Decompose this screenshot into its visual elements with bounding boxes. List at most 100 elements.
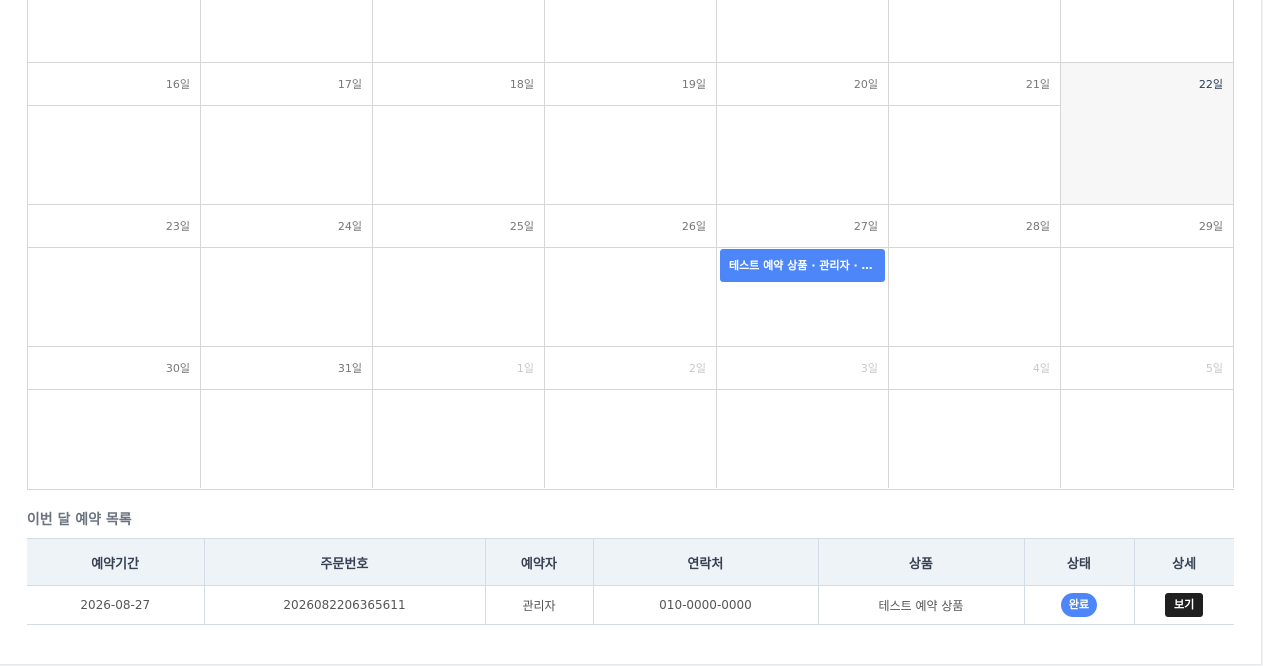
cell-order-no: 2026082206365611	[204, 585, 486, 625]
calendar-day-cell[interactable]	[1061, 247, 1234, 346]
calendar-date-header-tue: 25일	[373, 205, 545, 248]
table-row: 2026-08-27 2026082206365611 관리자 010-0000…	[27, 585, 1234, 625]
calendar-date-header-fri: 4일	[889, 347, 1061, 390]
calendar-date-header-sat: 5일	[1061, 347, 1234, 390]
calendar-date-header-thu: 20일	[717, 63, 889, 106]
reservation-panel: 16일 17일 18일 19일 20일 21일 22일 23일 24일 25일 26일 27일 28일 2…	[0, 0, 1262, 665]
column-header-phone: 연락처	[593, 538, 819, 586]
calendar-day-cell[interactable]	[373, 0, 545, 62]
reservation-table: 예약기간 주문번호 예약자 연락처 상품 상태 상세 2026-08-27 20…	[27, 538, 1234, 625]
calendar-date-header-sun: 23일	[28, 205, 201, 248]
calendar-date-label[interactable]: 17일	[338, 76, 362, 92]
calendar-date-label[interactable]: 23일	[166, 218, 190, 234]
cell-name: 관리자	[485, 585, 594, 625]
calendar-day-cell[interactable]	[201, 0, 373, 62]
calendar-day-cell[interactable]	[717, 105, 889, 204]
calendar-day-cell[interactable]	[1061, 105, 1234, 204]
calendar-day-cell[interactable]	[1061, 389, 1234, 488]
calendar-week-partial	[28, 0, 1234, 62]
calendar-date-label[interactable]: 19일	[682, 76, 706, 92]
table-header-row: 예약기간 주문번호 예약자 연락처 상품 상태 상세	[27, 538, 1234, 586]
calendar-day-cell[interactable]	[889, 0, 1061, 62]
calendar-date-label[interactable]: 5일	[1206, 360, 1223, 376]
calendar-date-label[interactable]: 2일	[689, 360, 706, 376]
cell-period: 2026-08-27	[27, 585, 205, 625]
calendar-date-header-sat: 22일	[1061, 63, 1234, 106]
calendar-date-label[interactable]: 26일	[682, 218, 706, 234]
calendar-day-cell[interactable]	[28, 389, 201, 488]
status-badge: 완료	[1060, 593, 1098, 617]
calendar-date-header-tue: 18일	[373, 63, 545, 106]
calendar-day-cell[interactable]	[373, 247, 545, 346]
calendar-date-label[interactable]: 1일	[517, 360, 534, 376]
calendar-date-header-mon: 24일	[201, 205, 373, 248]
cell-phone: 010-0000-0000	[593, 585, 819, 625]
calendar-date-label[interactable]: 27일	[854, 218, 878, 234]
calendar-date-label[interactable]: 29일	[1199, 218, 1223, 234]
calendar-date-label[interactable]: 28일	[1026, 218, 1050, 234]
calendar-date-header-fri: 21일	[889, 63, 1061, 106]
calendar-day-cell[interactable]	[201, 389, 373, 488]
calendar-week-body: 테스트 예약 상품 · 관리자 · 0...	[28, 247, 1234, 346]
calendar-date-header-wed: 19일	[545, 63, 717, 106]
calendar-day-cell[interactable]	[1061, 0, 1234, 62]
calendar-date-label[interactable]: 25일	[510, 218, 534, 234]
calendar-day-cell[interactable]	[889, 105, 1061, 204]
calendar-date-label[interactable]: 18일	[510, 76, 534, 92]
calendar-week-body	[28, 105, 1234, 204]
column-header-detail: 상세	[1134, 538, 1234, 586]
cell-detail: 보기	[1134, 585, 1234, 625]
calendar-date-label[interactable]: 21일	[1026, 76, 1050, 92]
calendar-date-row: 23일 24일 25일 26일 27일 28일 29일	[28, 204, 1234, 248]
calendar-date-header-wed: 2일	[545, 347, 717, 390]
calendar-day-cell[interactable]	[545, 389, 717, 488]
calendar-date-label[interactable]: 30일	[166, 360, 190, 376]
view-detail-button[interactable]: 보기	[1165, 593, 1204, 617]
calendar-date-header-tue: 1일	[373, 347, 545, 390]
calendar-date-header-mon: 31일	[201, 347, 373, 390]
calendar-date-label[interactable]: 20일	[854, 76, 878, 92]
calendar-day-cell[interactable]	[545, 0, 717, 62]
calendar-day-cell[interactable]	[545, 247, 717, 346]
calendar-day-cell[interactable]	[717, 389, 889, 488]
calendar-date-header-fri: 28일	[889, 205, 1061, 248]
column-header-period: 예약기간	[27, 538, 205, 586]
calendar-day-cell[interactable]	[373, 105, 545, 204]
calendar-day-cell[interactable]	[545, 105, 717, 204]
calendar-week-body	[28, 389, 1234, 488]
column-header-order-no: 주문번호	[204, 538, 486, 586]
calendar-day-cell[interactable]	[889, 247, 1061, 346]
calendar-day-cell[interactable]	[28, 105, 201, 204]
calendar-date-label[interactable]: 31일	[338, 360, 362, 376]
calendar-date-header-thu: 3일	[717, 347, 889, 390]
calendar-date-label[interactable]: 24일	[338, 218, 362, 234]
calendar-date-label[interactable]: 3일	[861, 360, 878, 376]
calendar-day-cell[interactable]	[373, 389, 545, 488]
cell-status: 완료	[1024, 585, 1135, 625]
calendar-date-row: 30일 31일 1일 2일 3일 4일 5일	[28, 346, 1234, 390]
calendar-date-header-sun: 16일	[28, 63, 201, 106]
column-header-status: 상태	[1024, 538, 1135, 586]
calendar-date-row: 16일 17일 18일 19일 20일 21일 22일	[28, 62, 1234, 106]
calendar-date-header-mon: 17일	[201, 63, 373, 106]
calendar-day-cell[interactable]	[889, 389, 1061, 488]
today-date-label[interactable]: 22일	[1199, 76, 1223, 92]
calendar-day-cell[interactable]	[28, 0, 201, 62]
column-header-product: 상품	[818, 538, 1025, 586]
month-calendar: 16일 17일 18일 19일 20일 21일 22일 23일 24일 25일 26일 27일 28일 2…	[27, 0, 1234, 490]
calendar-day-cell[interactable]	[28, 247, 201, 346]
calendar-date-header-thu: 27일	[717, 205, 889, 248]
reservation-list-title: 이번 달 예약 목록	[27, 512, 132, 528]
column-header-name: 예약자	[485, 538, 594, 586]
calendar-day-cell[interactable]: 테스트 예약 상품 · 관리자 · 0...	[717, 247, 889, 346]
calendar-day-cell[interactable]	[717, 0, 889, 62]
calendar-day-cell[interactable]	[201, 247, 373, 346]
cell-product: 테스트 예약 상품	[818, 585, 1025, 625]
calendar-day-cell[interactable]	[201, 105, 373, 204]
calendar-event[interactable]: 테스트 예약 상품 · 관리자 · 0...	[720, 249, 885, 282]
calendar-date-header-sun: 30일	[28, 347, 201, 390]
calendar-date-header-sat: 29일	[1061, 205, 1234, 248]
calendar-date-label[interactable]: 16일	[166, 76, 190, 92]
calendar-date-header-wed: 26일	[545, 205, 717, 248]
calendar-date-label[interactable]: 4일	[1033, 360, 1050, 376]
